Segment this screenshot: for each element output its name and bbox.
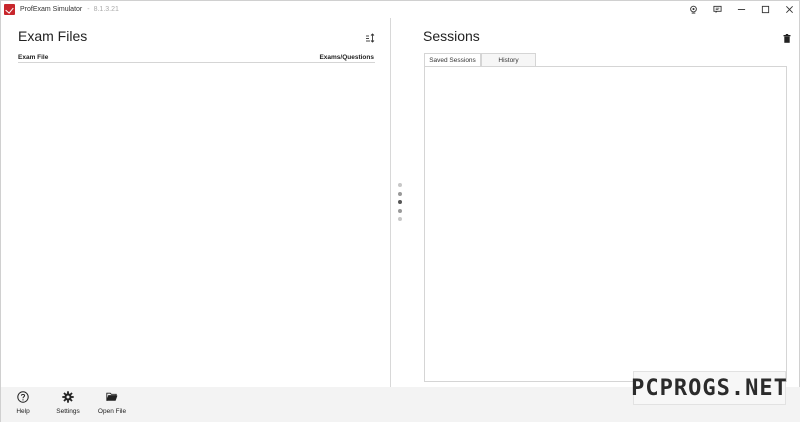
app-logo-icon — [4, 4, 15, 15]
feedback-icon[interactable] — [705, 1, 729, 18]
sort-icon[interactable] — [365, 30, 375, 43]
exam-files-title: Exam Files — [18, 28, 88, 44]
tab-history[interactable]: History — [481, 53, 536, 66]
maximize-icon[interactable] — [753, 1, 777, 18]
help-label: Help — [16, 408, 30, 415]
minimize-icon[interactable] — [729, 1, 753, 18]
sessions-tabs: Saved Sessions History — [424, 53, 536, 67]
trash-icon[interactable] — [783, 30, 791, 43]
exam-files-panel: Exam Files Exam File Exams/Questions — [1, 18, 390, 387]
sessions-list — [424, 66, 787, 382]
help-icon — [17, 391, 29, 403]
title-bar: ProfExam Simulator - 8.1.3.21 — [1, 1, 800, 18]
column-exams-questions[interactable]: Exams/Questions — [319, 54, 374, 61]
watermark: PCPROGS.NET — [631, 371, 788, 405]
webcam-icon[interactable] — [681, 1, 705, 18]
column-exam-file[interactable]: Exam File — [18, 54, 48, 61]
close-icon[interactable] — [777, 1, 800, 18]
folder-open-icon — [106, 392, 118, 401]
watermark-text: PCPROGS.NET — [631, 375, 788, 401]
open-file-label: Open File — [97, 408, 127, 415]
app-version: 8.1.3.21 — [93, 6, 119, 13]
sessions-title: Sessions — [423, 28, 480, 44]
title-separator: - — [87, 6, 90, 13]
settings-label: Settings — [56, 408, 80, 415]
help-button[interactable]: Help — [12, 391, 34, 415]
window-controls — [681, 1, 800, 18]
exam-files-table-header: Exam File Exams/Questions — [18, 54, 374, 62]
app-window: ProfExam Simulator - 8.1.3.21 Exam Files — [0, 0, 800, 422]
settings-button[interactable]: Settings — [54, 391, 82, 415]
header-divider — [18, 62, 375, 63]
tab-saved-sessions[interactable]: Saved Sessions — [424, 53, 481, 67]
gear-icon — [62, 391, 74, 403]
sessions-panel: Sessions Saved Sessions History — [391, 18, 800, 387]
open-file-button[interactable]: Open File — [95, 391, 129, 415]
app-title: ProfExam Simulator — [20, 6, 83, 13]
